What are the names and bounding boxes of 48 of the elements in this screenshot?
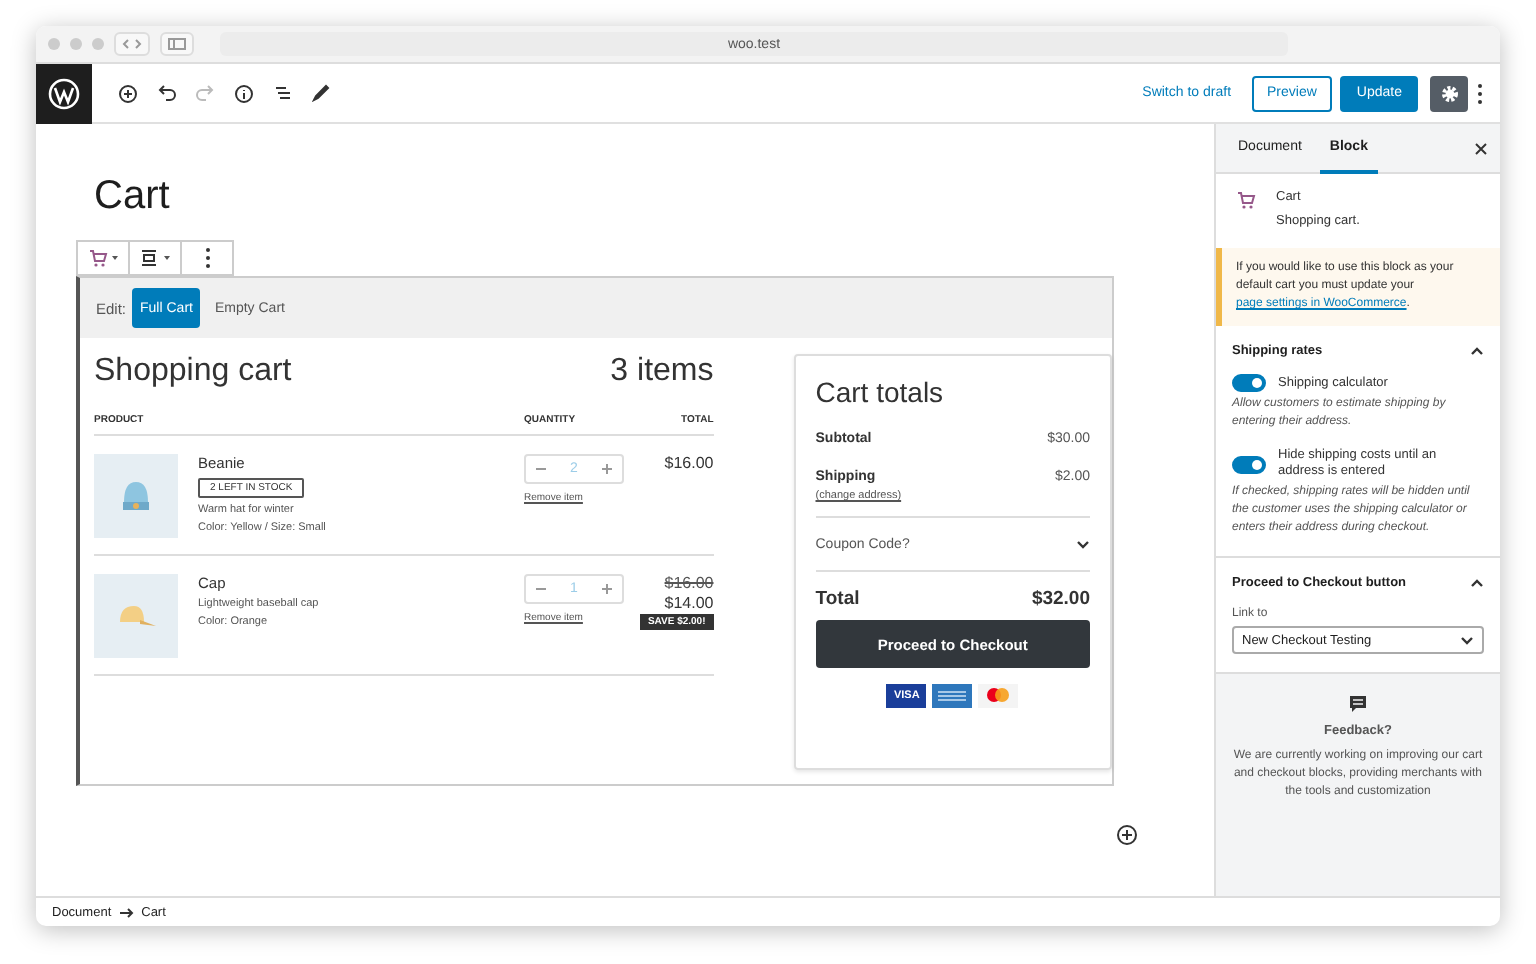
undo-icon[interactable] bbox=[158, 84, 176, 102]
settings-icon bbox=[1439, 83, 1459, 103]
cart-block-switcher-icon[interactable] bbox=[87, 248, 119, 268]
cart-totals-title: Cart totals bbox=[815, 376, 946, 412]
toggle-switch[interactable] bbox=[1232, 455, 1266, 473]
sidebar-icon bbox=[168, 38, 186, 50]
cart-block[interactable] bbox=[76, 276, 1114, 786]
amex-card-icon bbox=[932, 684, 973, 708]
total-value: $32.00 bbox=[1031, 588, 1090, 610]
close-icon[interactable] bbox=[1474, 141, 1488, 155]
chevron-left-right-icon bbox=[122, 38, 142, 50]
chevron-up-icon[interactable] bbox=[1470, 578, 1484, 588]
cart-heading: Shopping cart bbox=[94, 354, 292, 390]
window-dot-icon[interactable] bbox=[70, 38, 82, 50]
chevron-down-icon[interactable] bbox=[1076, 539, 1090, 549]
window-dot-icon[interactable] bbox=[92, 38, 104, 50]
wordpress-logo[interactable] bbox=[36, 63, 92, 123]
align-icon[interactable] bbox=[139, 248, 171, 268]
chevron-up-icon[interactable] bbox=[1470, 346, 1484, 356]
original-price: $16.00 bbox=[664, 574, 714, 592]
minus-icon[interactable] bbox=[536, 464, 546, 474]
pencil-icon[interactable] bbox=[312, 84, 330, 102]
beanie-icon bbox=[120, 478, 152, 514]
window-dot-icon[interactable] bbox=[48, 38, 60, 50]
settings-button[interactable] bbox=[1430, 75, 1468, 111]
chevron-down-icon[interactable] bbox=[1460, 635, 1474, 645]
arrow-right-icon bbox=[119, 907, 134, 917]
item-price: $16.00 bbox=[664, 454, 714, 472]
page-title[interactable]: Cart bbox=[94, 172, 1214, 240]
minus-icon[interactable] bbox=[536, 584, 546, 594]
sidebar-toggle-button[interactable] bbox=[160, 32, 194, 56]
more-options-icon[interactable] bbox=[203, 246, 211, 270]
mastercard-icon bbox=[978, 684, 1019, 708]
comment-icon bbox=[1348, 694, 1368, 714]
wordpress-logo-icon bbox=[48, 77, 80, 109]
plus-icon[interactable] bbox=[602, 464, 612, 474]
add-block-icon[interactable] bbox=[118, 83, 138, 103]
add-block-icon[interactable] bbox=[1116, 824, 1138, 846]
total-label: Total bbox=[815, 588, 860, 610]
item-count: 3 items bbox=[610, 354, 714, 390]
cart-icon bbox=[1236, 190, 1256, 210]
plus-icon[interactable] bbox=[602, 584, 612, 594]
list-view-icon[interactable] bbox=[274, 84, 292, 102]
more-options-icon[interactable] bbox=[1476, 81, 1484, 105]
toggle-switch[interactable] bbox=[1232, 374, 1266, 392]
cap-icon bbox=[114, 602, 158, 630]
item-price: $14.00 bbox=[664, 594, 714, 612]
info-icon[interactable] bbox=[234, 83, 254, 103]
